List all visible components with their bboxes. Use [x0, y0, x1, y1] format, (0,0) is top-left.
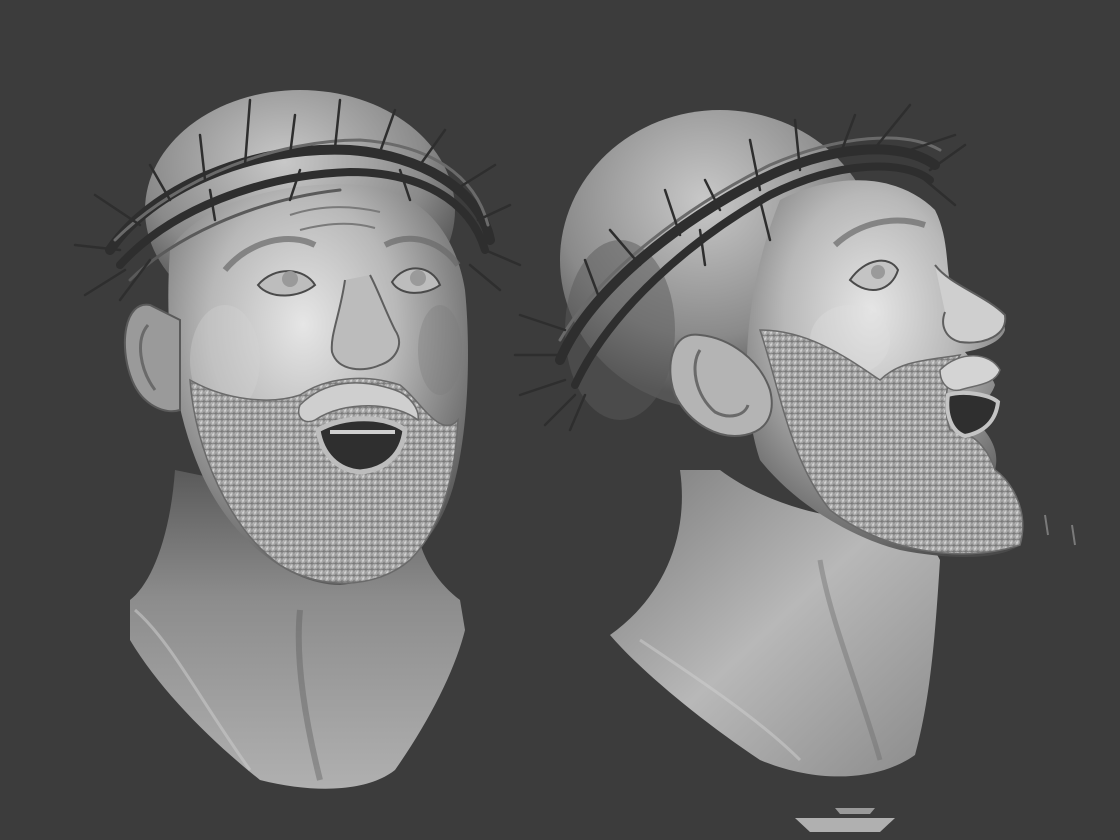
side-nose: [934, 264, 1007, 344]
sculpted-head-side-view: [513, 103, 1076, 777]
side-mouth: [945, 391, 1001, 439]
viewport-canvas: [0, 0, 1120, 840]
mesh-fragment: [795, 808, 895, 832]
sculpted-head-front-view: [73, 90, 522, 789]
front-ear: [123, 303, 181, 413]
render-svg: [73, 90, 1076, 832]
